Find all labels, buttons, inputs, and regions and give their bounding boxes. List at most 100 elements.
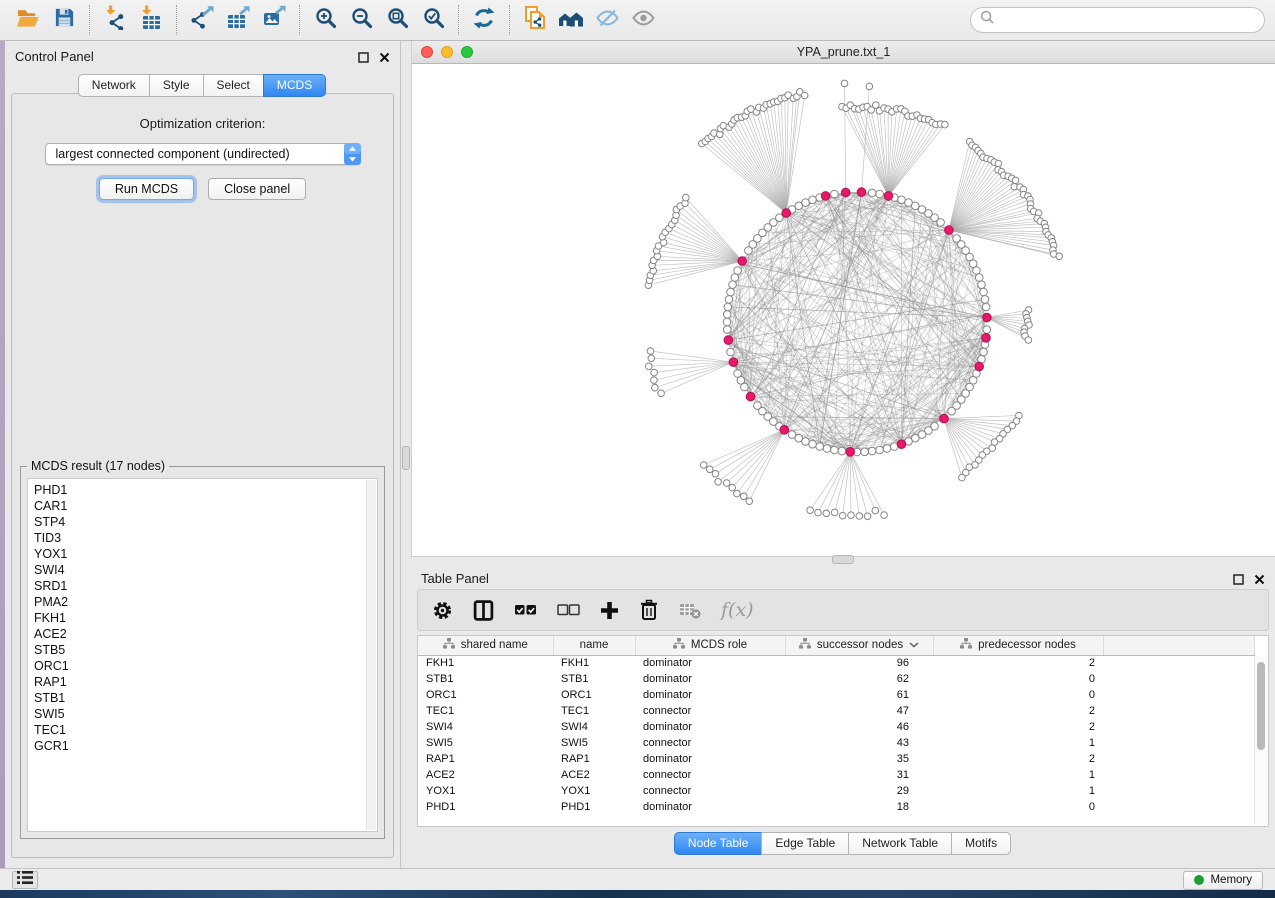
deselect-all-button[interactable] bbox=[557, 604, 580, 617]
tab-network[interactable]: Network bbox=[78, 74, 150, 97]
toolbar-separator bbox=[458, 5, 459, 35]
zoom-fit-icon bbox=[386, 6, 409, 34]
vertical-splitter[interactable] bbox=[401, 41, 411, 868]
zoom-in-button[interactable] bbox=[307, 4, 343, 36]
node-table: shared namenameMCDS rolesuccessor nodesp… bbox=[417, 635, 1269, 827]
network-canvas[interactable] bbox=[412, 64, 1275, 556]
export-table-button[interactable] bbox=[220, 4, 256, 36]
tab-mcds[interactable]: MCDS bbox=[263, 74, 326, 97]
splitter-handle[interactable] bbox=[402, 446, 410, 470]
column-header-name[interactable]: name bbox=[553, 636, 635, 655]
save-session-button[interactable] bbox=[46, 4, 82, 36]
close-panel-icon[interactable] bbox=[1254, 572, 1265, 590]
mcds-result-item[interactable]: FKH1 bbox=[34, 610, 377, 626]
duplicate-network-button[interactable] bbox=[517, 4, 553, 36]
horizontal-splitter[interactable] bbox=[411, 556, 1275, 563]
table-tab-motifs[interactable]: Motifs bbox=[951, 832, 1011, 855]
table-row[interactable]: ORC1ORC1dominator610 bbox=[418, 687, 1255, 703]
table-row[interactable]: SWI5SWI5connector431 bbox=[418, 735, 1255, 751]
table-header-row: shared namenameMCDS rolesuccessor nodesp… bbox=[418, 636, 1255, 655]
status-bar: Memory bbox=[0, 868, 1275, 890]
equation-builder-button[interactable]: f(x) bbox=[721, 599, 754, 621]
network-titlebar[interactable]: YPA_prune.txt_1 bbox=[412, 41, 1275, 64]
float-panel-icon[interactable] bbox=[358, 50, 369, 68]
table-row[interactable]: PHD1PHD1dominator180 bbox=[418, 799, 1255, 815]
mcds-result-item[interactable]: TID3 bbox=[34, 530, 377, 546]
table-row[interactable]: RAP1RAP1dominator352 bbox=[418, 751, 1255, 767]
show-all-button[interactable] bbox=[625, 4, 661, 36]
table-row[interactable]: ACE2ACE2connector311 bbox=[418, 767, 1255, 783]
mcds-result-item[interactable]: STP4 bbox=[34, 514, 377, 530]
table-row[interactable]: SWI4SWI4dominator462 bbox=[418, 719, 1255, 735]
import-network-icon bbox=[103, 5, 128, 35]
mcds-result-item[interactable]: CAR1 bbox=[34, 498, 377, 514]
delete-column-button[interactable] bbox=[639, 599, 659, 621]
mcds-result-item[interactable]: TEC1 bbox=[34, 722, 377, 738]
mcds-result-list[interactable]: PHD1CAR1STP4TID3YOX1SWI4SRD1PMA2FKH1ACE2… bbox=[27, 478, 378, 832]
select-all-button[interactable] bbox=[514, 604, 537, 617]
run-mcds-button[interactable]: Run MCDS bbox=[99, 178, 194, 200]
first-neighbors-button[interactable] bbox=[553, 4, 589, 36]
mcds-result-item[interactable]: PHD1 bbox=[34, 482, 377, 498]
hide-selected-button[interactable] bbox=[589, 4, 625, 36]
table-tabs: Node TableEdge TableNetwork TableMotifs bbox=[411, 832, 1275, 855]
table-tab-node-table[interactable]: Node Table bbox=[674, 832, 763, 855]
column-header-shared-name[interactable]: shared name bbox=[418, 636, 553, 655]
zoom-selected-button[interactable] bbox=[415, 4, 451, 36]
table-row[interactable]: FKH1FKH1dominator962 bbox=[418, 655, 1255, 671]
close-panel-button[interactable]: Close panel bbox=[208, 178, 306, 200]
refresh-layout-button[interactable] bbox=[466, 4, 502, 36]
column-header-MCDS-role[interactable]: MCDS role bbox=[635, 636, 785, 655]
network-view: YPA_prune.txt_1 bbox=[411, 41, 1275, 556]
column-header-successor-nodes[interactable]: successor nodes bbox=[785, 636, 933, 655]
table-options-button[interactable] bbox=[432, 600, 453, 621]
column-header-predecessor-nodes[interactable]: predecessor nodes bbox=[933, 636, 1103, 655]
table-panel-title: Table Panel bbox=[421, 571, 489, 586]
close-panel-icon[interactable] bbox=[379, 50, 390, 68]
export-image-button[interactable] bbox=[256, 4, 292, 36]
list-scrollbar[interactable] bbox=[366, 480, 376, 830]
table-toolbar: f(x) bbox=[417, 589, 1269, 631]
mcds-result-item[interactable]: ORC1 bbox=[34, 658, 377, 674]
search-input[interactable] bbox=[1001, 13, 1264, 27]
scrollbar-thumb[interactable] bbox=[1257, 662, 1265, 750]
import-network-button[interactable] bbox=[97, 4, 133, 36]
mcds-result-item[interactable]: SWI5 bbox=[34, 706, 377, 722]
mcds-result-item[interactable]: ACE2 bbox=[34, 626, 377, 642]
table-tab-network-table[interactable]: Network Table bbox=[848, 832, 952, 855]
search-field[interactable] bbox=[970, 7, 1265, 33]
import-table-button[interactable] bbox=[133, 4, 169, 36]
toolbar-separator bbox=[89, 5, 90, 35]
tab-select[interactable]: Select bbox=[203, 74, 264, 97]
mcds-result-item[interactable]: SRD1 bbox=[34, 578, 377, 594]
mcds-result-item[interactable]: STB5 bbox=[34, 642, 377, 658]
criterion-dropdown[interactable]: largest connected component (undirected) bbox=[45, 143, 361, 165]
table-row[interactable]: STB1STB1dominator620 bbox=[418, 671, 1255, 687]
mcds-result-item[interactable]: GCR1 bbox=[34, 738, 377, 754]
show-columns-button[interactable] bbox=[473, 600, 494, 621]
delete-table-button[interactable] bbox=[679, 601, 701, 619]
mcds-result-item[interactable]: YOX1 bbox=[34, 546, 377, 562]
mcds-result-item[interactable]: PMA2 bbox=[34, 594, 377, 610]
table-scrollbar[interactable] bbox=[1254, 656, 1267, 825]
export-network-button[interactable] bbox=[184, 4, 220, 36]
zoom-out-button[interactable] bbox=[343, 4, 379, 36]
table-row[interactable]: TEC1TEC1connector472 bbox=[418, 703, 1255, 719]
zoom-fit-button[interactable] bbox=[379, 4, 415, 36]
memory-button[interactable]: Memory bbox=[1183, 871, 1263, 890]
control-panel: Control Panel NetworkStyleSelectMCDS Opt… bbox=[5, 41, 401, 868]
toolbar-separator bbox=[299, 5, 300, 35]
table-row[interactable]: YOX1YOX1connector291 bbox=[418, 783, 1255, 799]
mcds-result-item[interactable]: STB1 bbox=[34, 690, 377, 706]
table-tab-edge-table[interactable]: Edge Table bbox=[761, 832, 849, 855]
mcds-result-item[interactable]: SWI4 bbox=[34, 562, 377, 578]
task-history-button[interactable] bbox=[12, 871, 38, 889]
add-column-button[interactable] bbox=[600, 601, 619, 620]
toolbar-separator bbox=[176, 5, 177, 35]
tab-style[interactable]: Style bbox=[149, 74, 204, 97]
memory-status-icon bbox=[1194, 875, 1204, 885]
float-panel-icon[interactable] bbox=[1233, 572, 1244, 590]
duplicate-network-icon bbox=[523, 5, 548, 35]
mcds-result-item[interactable]: RAP1 bbox=[34, 674, 377, 690]
open-file-button[interactable] bbox=[10, 4, 46, 36]
